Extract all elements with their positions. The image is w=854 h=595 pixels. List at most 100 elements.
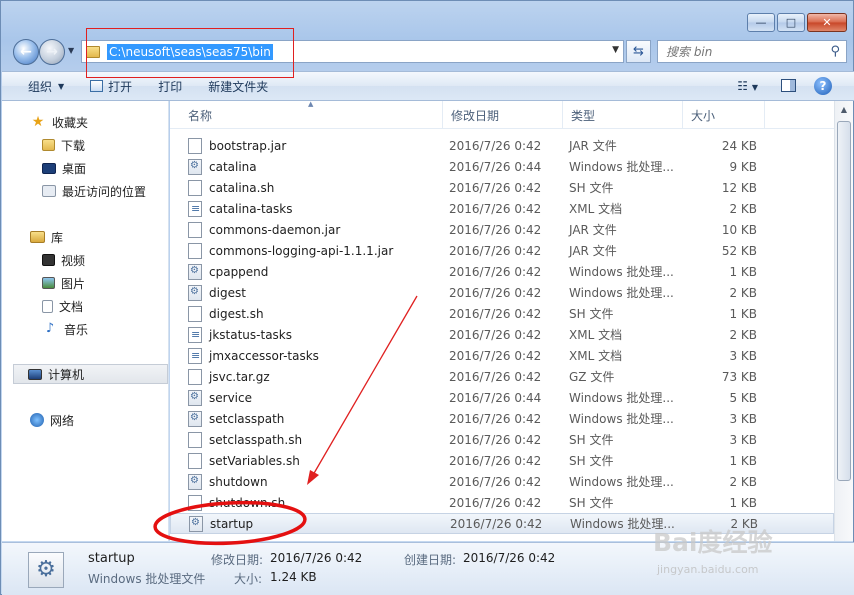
file-name-cell[interactable]: catalina.sh <box>170 179 443 196</box>
file-date: 2016/7/26 0:42 <box>449 369 542 384</box>
file-name-cell[interactable]: commons-logging-api-1.1.1.jar <box>170 242 443 259</box>
file-name-cell[interactable]: jsvc.tar.gz <box>170 368 443 385</box>
file-size: 12 KB <box>721 180 757 195</box>
file-list: ▲ 名称 修改日期 类型 大小 bootstrap.jar 2016/7/26 0… <box>170 101 834 541</box>
scroll-thumb[interactable] <box>837 121 851 481</box>
column-headers: ▲ 名称 修改日期 类型 大小 <box>170 101 834 129</box>
file-row[interactable]: setVariables.sh 2016/7/26 0:42 SH 文件 1 KB <box>170 450 834 471</box>
file-row[interactable]: jkstatus-tasks 2016/7/26 0:42 XML 文档 2 KB <box>170 324 834 345</box>
file-type: SH 文件 <box>569 496 614 510</box>
file-name-cell[interactable]: cpappend <box>170 263 443 280</box>
file-name-cell[interactable]: setclasspath.sh <box>170 431 443 448</box>
file-name-cell[interactable]: service <box>170 389 443 406</box>
nav-downloads-label: 下载 <box>61 138 86 153</box>
file-name-cell[interactable]: catalina-tasks <box>170 200 443 217</box>
file-name-cell[interactable]: jmxaccessor-tasks <box>170 347 443 364</box>
search-box[interactable]: ⚲ <box>657 40 847 63</box>
nav-network[interactable]: 网络 <box>30 410 74 430</box>
column-header-date[interactable]: 修改日期 <box>443 101 563 129</box>
details-created-label: 创建日期: <box>404 553 457 567</box>
file-row[interactable]: commons-logging-api-1.1.1.jar 2016/7/26 0… <box>170 240 834 261</box>
change-view-button[interactable]: ☷ ▼ <box>737 79 758 93</box>
file-name-cell[interactable]: commons-daemon.jar <box>170 221 443 238</box>
vertical-scrollbar[interactable]: ▲ <box>834 101 853 541</box>
search-input[interactable] <box>666 44 826 59</box>
minimize-button[interactable]: — <box>747 13 775 32</box>
nav-recent-places[interactable]: 最近访问的位置 <box>42 181 146 201</box>
nav-libraries[interactable]: 库 <box>30 227 63 247</box>
file-name: jsvc.tar.gz <box>209 369 270 384</box>
sh-file-icon <box>188 431 202 448</box>
nav-favorites[interactable]: ★ 收藏夹 <box>30 112 88 132</box>
column-type-label: 类型 <box>571 108 596 123</box>
file-date: 2016/7/26 0:42 <box>449 285 542 300</box>
nav-videos[interactable]: 视频 <box>42 250 85 270</box>
preview-pane-button[interactable] <box>781 79 796 92</box>
column-header-type[interactable]: 类型 <box>563 101 683 129</box>
file-name-cell[interactable]: bootstrap.jar <box>170 137 443 154</box>
file-row[interactable]: setclasspath 2016/7/26 0:42 Windows 批处理...… <box>170 408 834 429</box>
file-row[interactable]: catalina 2016/7/26 0:44 Windows 批处理... 9 KB <box>170 156 834 177</box>
file-row[interactable]: commons-daemon.jar 2016/7/26 0:42 JAR 文件 10… <box>170 219 834 240</box>
print-button[interactable]: 打印 <box>158 78 182 95</box>
close-button[interactable]: ✕ <box>807 13 847 32</box>
file-name-cell[interactable]: shutdown.sh <box>170 494 443 511</box>
recent-pages-dropdown[interactable]: ▼ <box>68 46 74 55</box>
file-row[interactable]: setclasspath.sh 2016/7/26 0:42 SH 文件 3 KB <box>170 429 834 450</box>
help-button[interactable]: ? <box>814 77 832 95</box>
organize-button[interactable]: 组织 ▼ <box>28 78 64 95</box>
file-size: 1 KB <box>729 495 757 510</box>
arrow-right-icon: → <box>46 44 58 60</box>
file-row[interactable]: bootstrap.jar 2016/7/26 0:42 JAR 文件 24 KB <box>170 135 834 156</box>
bat-file-icon <box>188 473 202 490</box>
file-row[interactable]: catalina-tasks 2016/7/26 0:42 XML 文档 2 KB <box>170 198 834 219</box>
file-name-cell[interactable]: startup <box>171 515 444 532</box>
nav-downloads[interactable]: 下载 <box>42 135 85 155</box>
chevron-down-icon[interactable]: ▼ <box>612 45 619 55</box>
back-button[interactable]: ← <box>13 39 39 65</box>
chevron-down-icon: ▼ <box>751 83 758 92</box>
file-name-cell[interactable]: setclasspath <box>170 410 443 427</box>
nav-computer[interactable]: 计算机 <box>13 364 168 384</box>
file-row[interactable]: digest 2016/7/26 0:42 Windows 批处理... 2 KB <box>170 282 834 303</box>
file-row[interactable]: startup 2016/7/26 0:42 Windows 批处理... 2 KB <box>170 513 834 534</box>
nav-music-label: 音乐 <box>64 322 89 337</box>
file-type: JAR 文件 <box>569 139 617 153</box>
column-header-size[interactable]: 大小 <box>683 101 765 129</box>
file-row[interactable]: jsvc.tar.gz 2016/7/26 0:42 GZ 文件 73 KB <box>170 366 834 387</box>
bat-file-icon <box>188 158 202 175</box>
file-row[interactable]: shutdown.sh 2016/7/26 0:42 SH 文件 1 KB <box>170 492 834 513</box>
file-row[interactable]: catalina.sh 2016/7/26 0:42 SH 文件 12 KB <box>170 177 834 198</box>
file-name-cell[interactable]: setVariables.sh <box>170 452 443 469</box>
file-name-cell[interactable]: catalina <box>170 158 443 175</box>
desktop-icon <box>42 162 56 174</box>
file-name-cell[interactable]: digest.sh <box>170 305 443 322</box>
nav-pictures[interactable]: 图片 <box>42 273 85 293</box>
gz-file-icon <box>188 368 202 385</box>
refresh-button[interactable]: ⇆ <box>626 40 651 63</box>
open-button[interactable]: 打开 <box>90 78 132 95</box>
file-row[interactable]: jmxaccessor-tasks 2016/7/26 0:42 XML 文档 3 K… <box>170 345 834 366</box>
maximize-button[interactable]: □ <box>777 13 805 32</box>
music-icon: ♪ <box>45 321 55 336</box>
nav-music[interactable]: ♪ 音乐 <box>42 319 88 339</box>
file-name-cell[interactable]: shutdown <box>170 473 443 490</box>
forward-button[interactable]: → <box>39 39 65 65</box>
file-name-cell[interactable]: jkstatus-tasks <box>170 326 443 343</box>
file-row[interactable]: cpappend 2016/7/26 0:42 Windows 批处理... 1 KB <box>170 261 834 282</box>
file-row[interactable]: service 2016/7/26 0:44 Windows 批处理... 5 KB <box>170 387 834 408</box>
download-folder-icon <box>42 139 55 151</box>
file-name: jmxaccessor-tasks <box>209 348 319 363</box>
scroll-up-button[interactable]: ▲ <box>836 102 852 118</box>
nav-documents[interactable]: 文档 <box>42 296 83 316</box>
file-name-cell[interactable]: digest <box>170 284 443 301</box>
search-icon[interactable]: ⚲ <box>830 44 840 59</box>
file-row[interactable]: digest.sh 2016/7/26 0:42 SH 文件 1 KB <box>170 303 834 324</box>
new-folder-label: 新建文件夹 <box>208 79 269 94</box>
nav-desktop[interactable]: 桌面 <box>42 158 86 178</box>
file-size: 2 KB <box>729 201 757 216</box>
new-folder-button[interactable]: 新建文件夹 <box>208 78 268 95</box>
nav-recent-label: 最近访问的位置 <box>62 184 147 199</box>
file-row[interactable]: shutdown 2016/7/26 0:42 Windows 批处理... 2 KB <box>170 471 834 492</box>
column-header-name[interactable]: ▲ 名称 <box>170 101 443 129</box>
